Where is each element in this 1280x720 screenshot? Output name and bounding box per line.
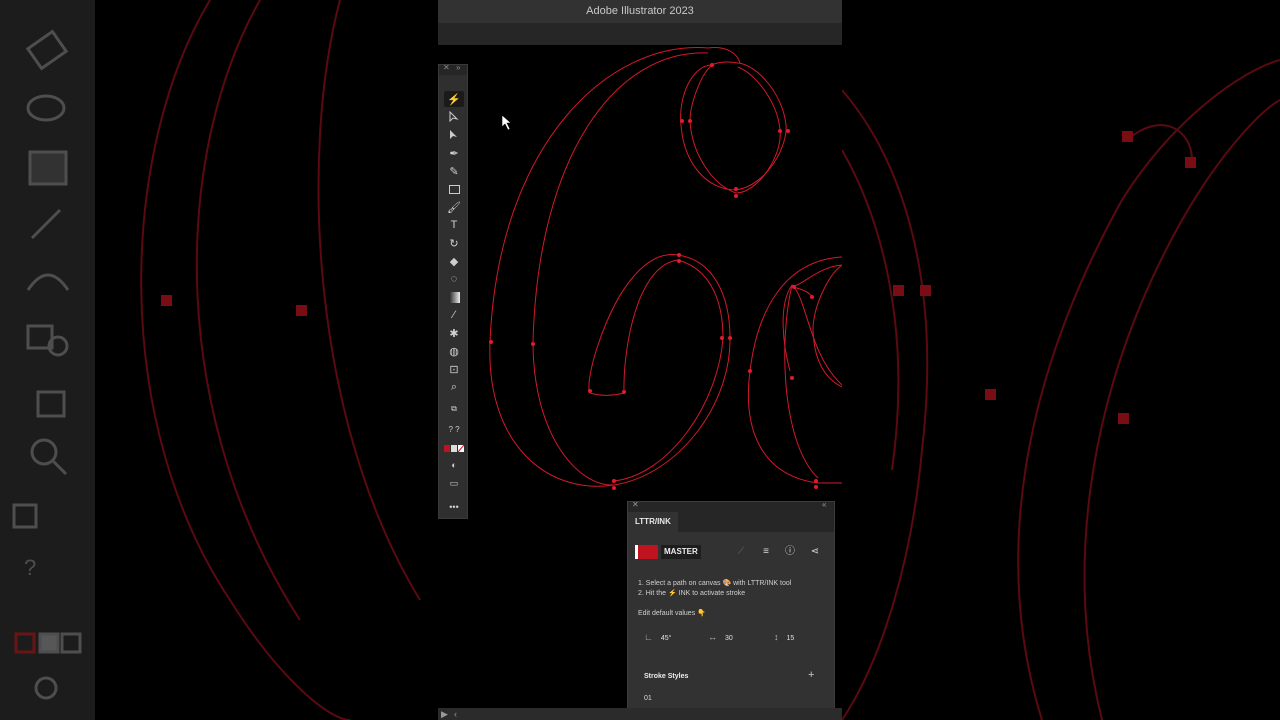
artboard-icon[interactable]: ⊡ xyxy=(444,361,464,377)
instruction-step-2: 2. Hit the ⚡ INK to activate stroke xyxy=(638,590,746,597)
anchor-point[interactable] xyxy=(790,376,794,380)
add-style-button[interactable]: + xyxy=(808,669,814,681)
control-bar xyxy=(438,23,842,45)
pen-icon[interactable]: ✒ xyxy=(444,145,464,161)
zoom-icon[interactable]: ⌕ xyxy=(444,379,464,395)
angle-icon: ∟ xyxy=(644,632,653,642)
width-field[interactable]: ↔ 30 xyxy=(708,632,733,642)
anchor-point[interactable] xyxy=(612,486,616,490)
angle-value[interactable]: 45° xyxy=(661,635,672,642)
anchor-point xyxy=(296,305,307,316)
illustrator-window: Adobe Illustrator 2023 ✕ » ⚡ ✒ ✎ 🖌 T ↻ ◆… xyxy=(438,0,842,720)
eraser-icon[interactable]: ◆ xyxy=(444,253,464,269)
collapse-icon[interactable]: « xyxy=(822,502,826,509)
anchor-point[interactable] xyxy=(531,342,535,346)
anchor-point[interactable] xyxy=(720,336,724,340)
anchor-point xyxy=(1122,131,1133,142)
anchor-point[interactable] xyxy=(688,119,692,123)
anchor-point[interactable] xyxy=(677,259,681,263)
direct-selection-icon[interactable] xyxy=(444,109,464,125)
color-help-icon[interactable]: ? ? xyxy=(444,421,464,437)
tools-panel[interactable]: ✕ » ⚡ ✒ ✎ 🖌 T ↻ ◆ ◌ ⁄ ✱ ◍ ⊡ ⌕ ⧉ ? ? ◐ ▭ … xyxy=(438,63,468,519)
anchor-point[interactable] xyxy=(622,390,626,394)
anchor-point xyxy=(920,285,931,296)
anchor-point[interactable] xyxy=(786,129,790,133)
edit-defaults-label: Edit default values 👇 xyxy=(638,610,706,617)
type-icon[interactable]: T xyxy=(444,217,464,233)
collapse-icon[interactable]: » xyxy=(456,63,460,72)
anchor-point[interactable] xyxy=(814,479,818,483)
curvature-icon[interactable]: ✎ xyxy=(444,163,464,179)
more-tools-button[interactable]: ••• xyxy=(444,499,464,515)
close-icon[interactable]: ✕ xyxy=(443,63,450,72)
paintbrush-icon[interactable]: 🖌 xyxy=(444,199,464,215)
help-icon[interactable]: ⓘ xyxy=(783,544,797,560)
eyedropper-icon[interactable]: ⁄ xyxy=(444,307,464,323)
blurred-paths-left xyxy=(140,0,421,720)
settings-list-icon[interactable]: ≡ xyxy=(759,544,773,560)
anchor-point[interactable] xyxy=(680,119,684,123)
blurred-paths-right xyxy=(842,59,1280,720)
anchor-point[interactable] xyxy=(748,369,752,373)
blurred-background-right xyxy=(842,0,1280,720)
height-icon: ↕ xyxy=(774,632,779,642)
draw-mode-icon[interactable]: ◐ xyxy=(444,457,464,473)
shape-builder-icon[interactable]: ◍ xyxy=(444,343,464,359)
anchor-point[interactable] xyxy=(792,285,796,289)
anchor-point[interactable] xyxy=(728,336,732,340)
play-icon[interactable]: ▶ xyxy=(441,708,448,720)
height-value[interactable]: 15 xyxy=(787,635,795,642)
anchor-point[interactable] xyxy=(710,63,714,67)
angle-field[interactable]: ∟ 45° xyxy=(644,632,671,642)
anchor-point[interactable] xyxy=(588,389,592,393)
stroke-style-item[interactable]: 01 xyxy=(644,695,652,702)
gradient-icon[interactable] xyxy=(444,289,464,305)
back-icon[interactable]: ‹ xyxy=(454,708,457,720)
stroke-styles-title: Stroke Styles xyxy=(644,673,689,680)
anchor-point[interactable] xyxy=(778,129,782,133)
anchor-point[interactable] xyxy=(677,253,681,257)
rectangle-icon[interactable] xyxy=(444,181,464,197)
share-icon[interactable]: ⋖ xyxy=(808,544,822,560)
anchor-point[interactable] xyxy=(810,295,814,299)
lasso-icon[interactable]: ◌ xyxy=(444,271,464,287)
anchor-point[interactable] xyxy=(814,485,818,489)
width-value[interactable]: 30 xyxy=(725,635,733,642)
rotate-icon[interactable]: ↻ xyxy=(444,235,464,251)
window-title: Adobe Illustrator 2023 xyxy=(438,0,842,23)
status-bar: ▶ ‹ xyxy=(438,708,842,720)
lttrink-panel[interactable]: ✕ « LTTR/INK MASTER ⟋ ≡ ⓘ ⋖ 1. Select a … xyxy=(627,501,835,720)
instruction-step-1: 1. Select a path on canvas 🎨 with LTTR/I… xyxy=(638,580,792,587)
anchor-point[interactable] xyxy=(489,340,493,344)
lttrink-logo xyxy=(635,545,658,559)
screen-mode-icon[interactable]: ▭ xyxy=(444,475,464,491)
close-icon[interactable]: ✕ xyxy=(632,502,639,509)
anchor-point[interactable] xyxy=(734,194,738,198)
height-field[interactable]: ↕ 15 xyxy=(774,632,794,642)
panel-header-row: MASTER ⟋ ≡ ⓘ ⋖ xyxy=(635,542,826,562)
ink-stroke-icon[interactable]: ⟋ xyxy=(734,544,748,560)
swap-fill-stroke-icon[interactable]: ⧉ xyxy=(444,401,464,417)
anchor-point xyxy=(161,295,172,306)
color-mode-icons[interactable] xyxy=(444,441,464,457)
lttrink-icon[interactable]: ⚡ xyxy=(444,91,464,107)
anchor-point xyxy=(1118,413,1129,424)
mouse-cursor-icon xyxy=(501,114,512,131)
anchor-point[interactable] xyxy=(734,187,738,191)
tools-panel-header[interactable]: ✕ » xyxy=(439,63,467,75)
tab-lttrink[interactable]: LTTR/INK xyxy=(628,512,678,532)
anchor-point xyxy=(985,389,996,400)
width-icon: ↔ xyxy=(708,632,717,642)
selection-icon[interactable] xyxy=(444,127,464,143)
panel-header[interactable]: ✕ « xyxy=(628,502,834,512)
puppet-warp-icon[interactable]: ✱ xyxy=(444,325,464,341)
blurred-background-left: ? xyxy=(0,0,438,720)
anchor-point[interactable] xyxy=(612,479,616,483)
anchor-point xyxy=(1185,157,1196,168)
mode-badge[interactable]: MASTER xyxy=(661,545,701,559)
panel-tabs: LTTR/INK xyxy=(628,512,834,532)
anchor-point xyxy=(893,285,904,296)
